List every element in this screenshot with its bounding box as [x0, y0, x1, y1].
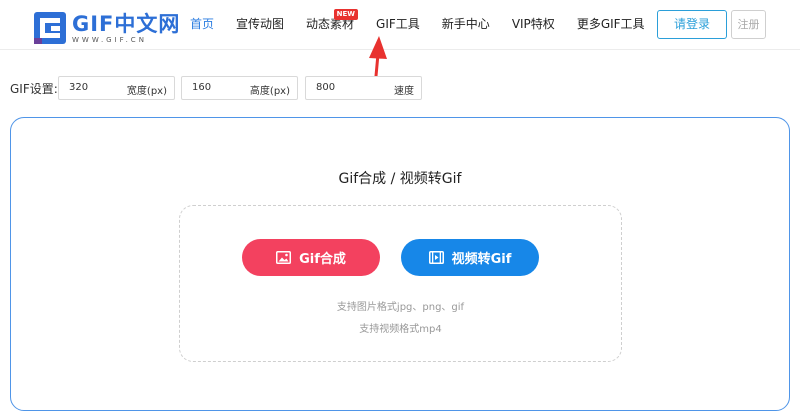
- speed-unit: 速度: [394, 86, 414, 97]
- video-to-gif-label: 视频转Gif: [451, 252, 512, 267]
- logo-mark-icon: [34, 12, 66, 44]
- width-unit: 宽度(px): [126, 86, 167, 97]
- speed-value: 800: [316, 82, 336, 93]
- register-button[interactable]: 注册: [731, 10, 766, 39]
- logo-title: GIF中文网: [72, 12, 181, 36]
- speed-input[interactable]: 800 速度: [305, 76, 422, 100]
- nav-item-dynamic-assets[interactable]: 动态素材 NEW: [306, 0, 359, 50]
- gif-compose-button[interactable]: Gif合成: [242, 239, 380, 276]
- gif-settings-label: GIF设置:: [10, 82, 58, 96]
- image-icon: [276, 251, 292, 264]
- top-header: GIF中文网 WWW.GIF.CN 首页 宣传动图 动态素材 NEW GIF工具…: [0, 0, 800, 50]
- main-nav: 首页 宣传动图 动态素材 NEW GIF工具 新手中心 VIP特权 更多GIF工…: [190, 0, 667, 50]
- nav-item-promo-gifs[interactable]: 宣传动图: [236, 0, 284, 50]
- logo-subtitle: WWW.GIF.CN: [72, 36, 147, 44]
- height-unit: 高度(px): [249, 86, 290, 97]
- new-badge: NEW: [333, 9, 359, 20]
- height-input[interactable]: 160 高度(px): [181, 76, 298, 100]
- film-icon: [428, 251, 444, 264]
- width-input[interactable]: 320 宽度(px): [58, 76, 175, 100]
- site-logo[interactable]: GIF中文网 WWW.GIF.CN: [34, 12, 179, 48]
- login-button[interactable]: 请登录: [657, 10, 727, 39]
- nav-item-gif-tools[interactable]: GIF工具: [376, 0, 420, 50]
- panel-title: Gif合成 / 视频转Gif: [338, 171, 462, 187]
- nav-item-home[interactable]: 首页: [190, 0, 214, 50]
- image-format-hint: 支持图片格式jpg、png、gif: [336, 302, 465, 313]
- video-format-hint: 支持视频格式mp4: [359, 324, 442, 335]
- video-to-gif-button[interactable]: 视频转Gif: [401, 239, 539, 276]
- upload-dropzone[interactable]: Gif合成 视频转Gif 支持图片格式jpg、png、gif 支持视频格式mp4: [179, 205, 622, 362]
- gif-compose-label: Gif合成: [299, 252, 346, 267]
- height-value: 160: [192, 82, 212, 93]
- nav-item-more-gif-tools[interactable]: 更多GIF工具: [577, 0, 645, 50]
- nav-item-beginner-center[interactable]: 新手中心: [442, 0, 490, 50]
- gif-tool-panel: Gif合成 / 视频转Gif Gif合成 视频转Gif 支持图片格式jpg、pn…: [10, 117, 790, 411]
- gif-settings-row: GIF设置: 320 宽度(px) 160 高度(px) 800 速度: [10, 76, 430, 100]
- width-value: 320: [69, 82, 89, 93]
- nav-item-vip[interactable]: VIP特权: [512, 0, 555, 50]
